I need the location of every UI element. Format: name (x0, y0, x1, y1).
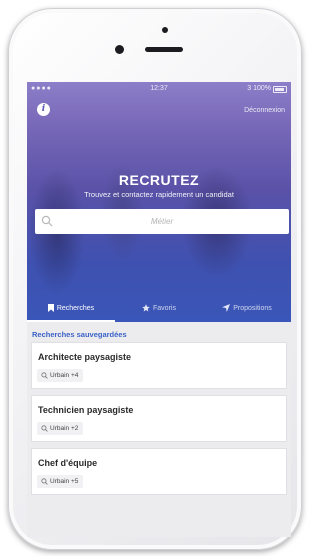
status-bar: ●●●● 12:37 3 100% (27, 82, 291, 96)
search-icon (41, 215, 53, 227)
bookmark-icon (47, 304, 54, 313)
saved-search-card[interactable]: Chef d'équipe Urbain +5 (31, 448, 287, 495)
search-input[interactable] (59, 209, 265, 234)
hero-banner: ●●●● 12:37 3 100% i Déconnexion RECRUTEZ… (27, 82, 291, 322)
search-icon (41, 478, 48, 485)
battery-icon (273, 86, 287, 93)
battery-percentage: 3 100% (247, 85, 271, 92)
earpiece-speaker (145, 47, 183, 52)
location-tag-label: Urbain +5 (50, 478, 79, 485)
tab-propositions[interactable]: Propositions (203, 299, 291, 322)
logout-link[interactable]: Déconnexion (244, 107, 285, 114)
tab-bar: Recherches Favoris Propositions (27, 299, 291, 322)
tab-label: Favoris (153, 305, 176, 312)
page-title: RECRUTEZ (118, 172, 200, 188)
page-subtitle: Trouvez et contactez rapidement un candi… (84, 190, 234, 199)
saved-search-title: Chef d'équipe (38, 458, 98, 468)
location-tag-label: Urbain +2 (50, 425, 79, 432)
location-tag-label: Urbain +4 (50, 372, 79, 379)
paper-plane-icon (222, 304, 231, 313)
saved-search-title: Technicien paysagiste (38, 405, 134, 415)
saved-search-card[interactable]: Technicien paysagiste Urbain +2 (31, 395, 287, 442)
app-screen: ●●●● 12:37 3 100% i Déconnexion RECRUTEZ… (27, 82, 291, 537)
saved-search-title: Architecte paysagiste (38, 352, 132, 362)
search-icon (41, 372, 48, 379)
star-icon (142, 304, 150, 312)
search-bar[interactable] (35, 209, 289, 234)
saved-search-card[interactable]: Architecte paysagiste Urbain +4 (31, 342, 287, 389)
tab-label: Propositions (233, 305, 272, 312)
location-tag: Urbain +2 (37, 422, 84, 435)
proximity-sensor (115, 45, 124, 54)
tab-favoris[interactable]: Favoris (115, 299, 203, 322)
front-camera (162, 27, 168, 33)
tab-recherches[interactable]: Recherches (27, 299, 115, 322)
location-tag: Urbain +5 (37, 475, 84, 488)
section-title: Recherches sauvegardées (32, 330, 127, 339)
tab-label: Recherches (56, 305, 95, 312)
search-icon (41, 425, 48, 432)
location-tag: Urbain +4 (37, 369, 84, 382)
info-icon[interactable]: i (37, 103, 50, 116)
